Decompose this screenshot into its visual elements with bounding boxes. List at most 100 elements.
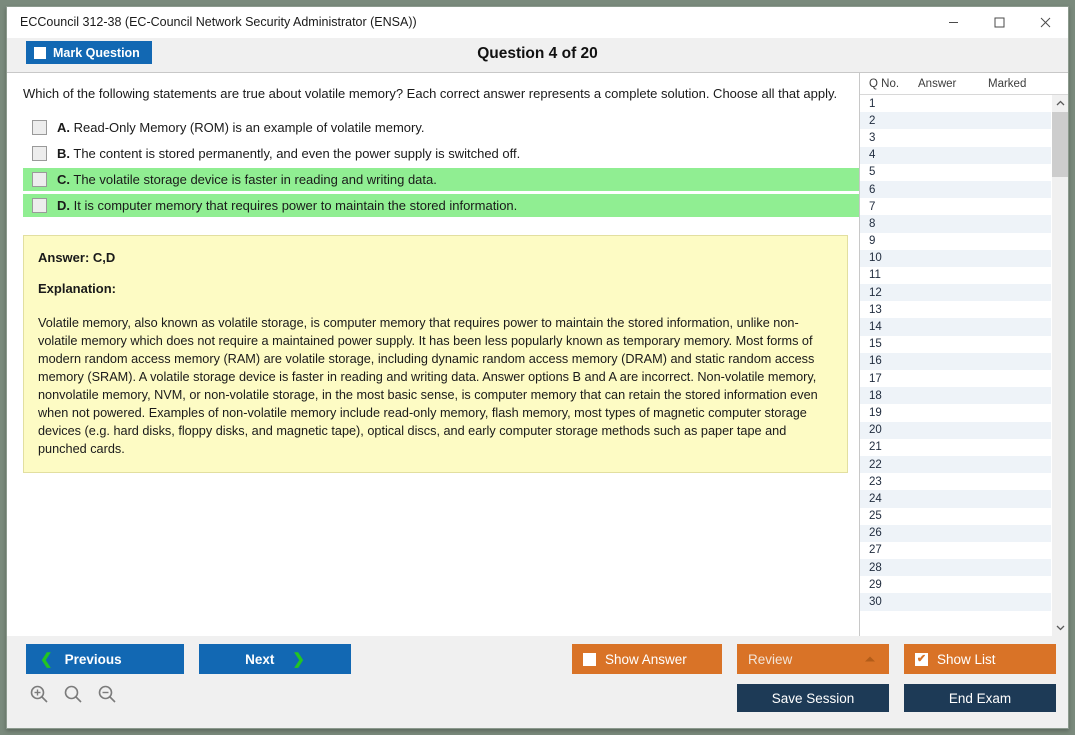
minimize-icon[interactable] [930,7,976,38]
question-list-row[interactable]: 29 [860,576,1051,594]
save-session-label: Save Session [771,690,855,706]
next-label: Next [245,651,275,667]
row-qno: 16 [869,355,882,368]
answer-label: Answer: C,D [38,250,116,266]
mark-question-label: Mark Question [53,45,140,60]
option-d[interactable]: D. It is computer memory that requires p… [23,194,859,218]
maximize-icon[interactable] [976,7,1022,38]
previous-label: Previous [64,651,122,667]
question-list-row[interactable]: 24 [860,490,1051,508]
row-qno: 29 [869,578,882,591]
question-text: Which of the following statements are tr… [23,86,838,101]
question-list-row[interactable]: 8 [860,215,1051,233]
question-list-row[interactable]: 21 [860,438,1051,456]
question-list-row[interactable]: 12 [860,284,1051,302]
question-list-body: 1 2 3 4 5 6 7 8 9 10 11 12 13 14 15 16 17 18 19 20 21 22 23 24 2… [860,95,1068,636]
option-checkbox-icon[interactable] [32,172,47,188]
zoom-out-icon[interactable] [97,684,117,704]
option-c[interactable]: C. The volatile storage device is faster… [23,168,859,192]
question-list-row[interactable]: 1 [860,95,1051,113]
option-b[interactable]: B. The content is stored permanently, an… [23,142,859,165]
question-list-row[interactable]: 11 [860,266,1051,285]
review-dropdown-button[interactable]: Review [737,644,889,674]
scrollbar-thumb[interactable] [1052,112,1068,177]
question-list-row[interactable]: 23 [860,473,1051,491]
question-list-row[interactable]: 20 [860,421,1051,439]
row-qno: 5 [869,166,876,179]
option-letter: D. [57,198,70,214]
question-list-row[interactable]: 30 [860,593,1051,611]
scroll-down-arrow-icon[interactable] [1052,619,1068,636]
row-qno: 17 [869,372,882,385]
question-list-scrollbar[interactable] [1051,95,1068,636]
window-title: ECCouncil 312-38 (EC-Council Network Sec… [20,15,417,29]
option-text: Read-Only Memory (ROM) is an example of … [73,120,425,136]
mark-question-button[interactable]: Mark Question [26,41,152,64]
zoom-in-icon[interactable] [29,684,49,704]
window-controls [930,7,1068,38]
show-answer-label: Show Answer [605,651,687,667]
row-qno: 18 [869,389,882,402]
question-list-row[interactable]: 22 [860,455,1051,474]
exam-window: ECCouncil 312-38 (EC-Council Network Sec… [6,6,1069,729]
end-exam-button[interactable]: End Exam [904,684,1056,712]
explanation-label: Explanation: [38,281,117,297]
question-list-row[interactable]: 27 [860,541,1051,560]
show-answer-checkbox-icon [583,652,596,666]
explanation-body: Volatile memory, also known as volatile … [38,316,818,457]
option-letter: A. [57,120,70,136]
row-qno: 14 [869,321,882,334]
option-checkbox-icon[interactable] [32,198,47,214]
question-list-row[interactable]: 28 [860,559,1051,577]
save-session-button[interactable]: Save Session [737,684,889,712]
question-list-row[interactable]: 7 [860,198,1051,216]
row-qno: 28 [869,561,882,574]
previous-button[interactable]: ❮ Previous [26,644,184,674]
question-list-row[interactable]: 10 [860,249,1051,267]
option-a[interactable]: A. Read-Only Memory (ROM) is an example … [23,116,859,139]
question-list-row[interactable]: 2 [860,112,1051,130]
row-qno: 30 [869,596,882,609]
option-letter: B. [57,146,70,162]
page-title: Question 4 of 20 [477,45,598,62]
question-list-row[interactable]: 17 [860,370,1051,388]
option-label: D. It is computer memory that requires p… [57,198,517,213]
row-qno: 2 [869,114,876,127]
question-list-row[interactable]: 14 [860,318,1051,336]
row-qno: 9 [869,235,876,248]
question-list-row[interactable]: 5 [860,163,1051,181]
question-list-row[interactable]: 25 [860,507,1051,525]
question-list-row[interactable]: 19 [860,404,1051,422]
question-list-row[interactable]: 15 [860,335,1051,353]
title-bar: ECCouncil 312-38 (EC-Council Network Sec… [7,7,1068,38]
question-list-row[interactable]: 6 [860,180,1051,199]
end-exam-label: End Exam [948,690,1012,706]
option-checkbox-icon[interactable] [32,120,47,136]
question-list-row[interactable]: 26 [860,524,1051,542]
row-qno: 8 [869,217,876,230]
question-list-row[interactable]: 3 [860,129,1051,147]
close-icon[interactable] [1022,7,1068,38]
scroll-up-arrow-icon[interactable] [1052,95,1068,112]
row-qno: 6 [869,183,876,196]
question-list-row[interactable]: 16 [860,352,1051,370]
question-rows[interactable]: 1 2 3 4 5 6 7 8 9 10 11 12 13 14 15 16 17 18 19 20 21 22 23 24 2… [860,95,1051,636]
next-button[interactable]: Next ❯ [199,644,351,674]
question-list-row[interactable]: 4 [860,146,1051,164]
zoom-reset-icon[interactable] [63,684,83,704]
question-list-row[interactable]: 13 [860,301,1051,319]
option-text: The content is stored permanently, and e… [73,146,521,162]
option-label: A. Read-Only Memory (ROM) is an example … [57,120,424,135]
zoom-controls [29,684,117,704]
row-qno: 24 [869,492,882,505]
question-list-row[interactable]: 18 [860,387,1051,405]
option-label: B. The content is stored permanently, an… [57,146,520,161]
question-list-header: Q No. Answer Marked [860,73,1068,95]
question-list-row[interactable]: 9 [860,232,1051,250]
show-list-button[interactable]: ✔ Show List [904,644,1056,674]
show-answer-button[interactable]: Show Answer [572,644,722,674]
row-qno: 23 [869,475,882,488]
chevron-right-icon: ❯ [292,651,305,668]
main-body: Which of the following statements are tr… [7,72,1068,636]
option-checkbox-icon[interactable] [32,146,47,162]
